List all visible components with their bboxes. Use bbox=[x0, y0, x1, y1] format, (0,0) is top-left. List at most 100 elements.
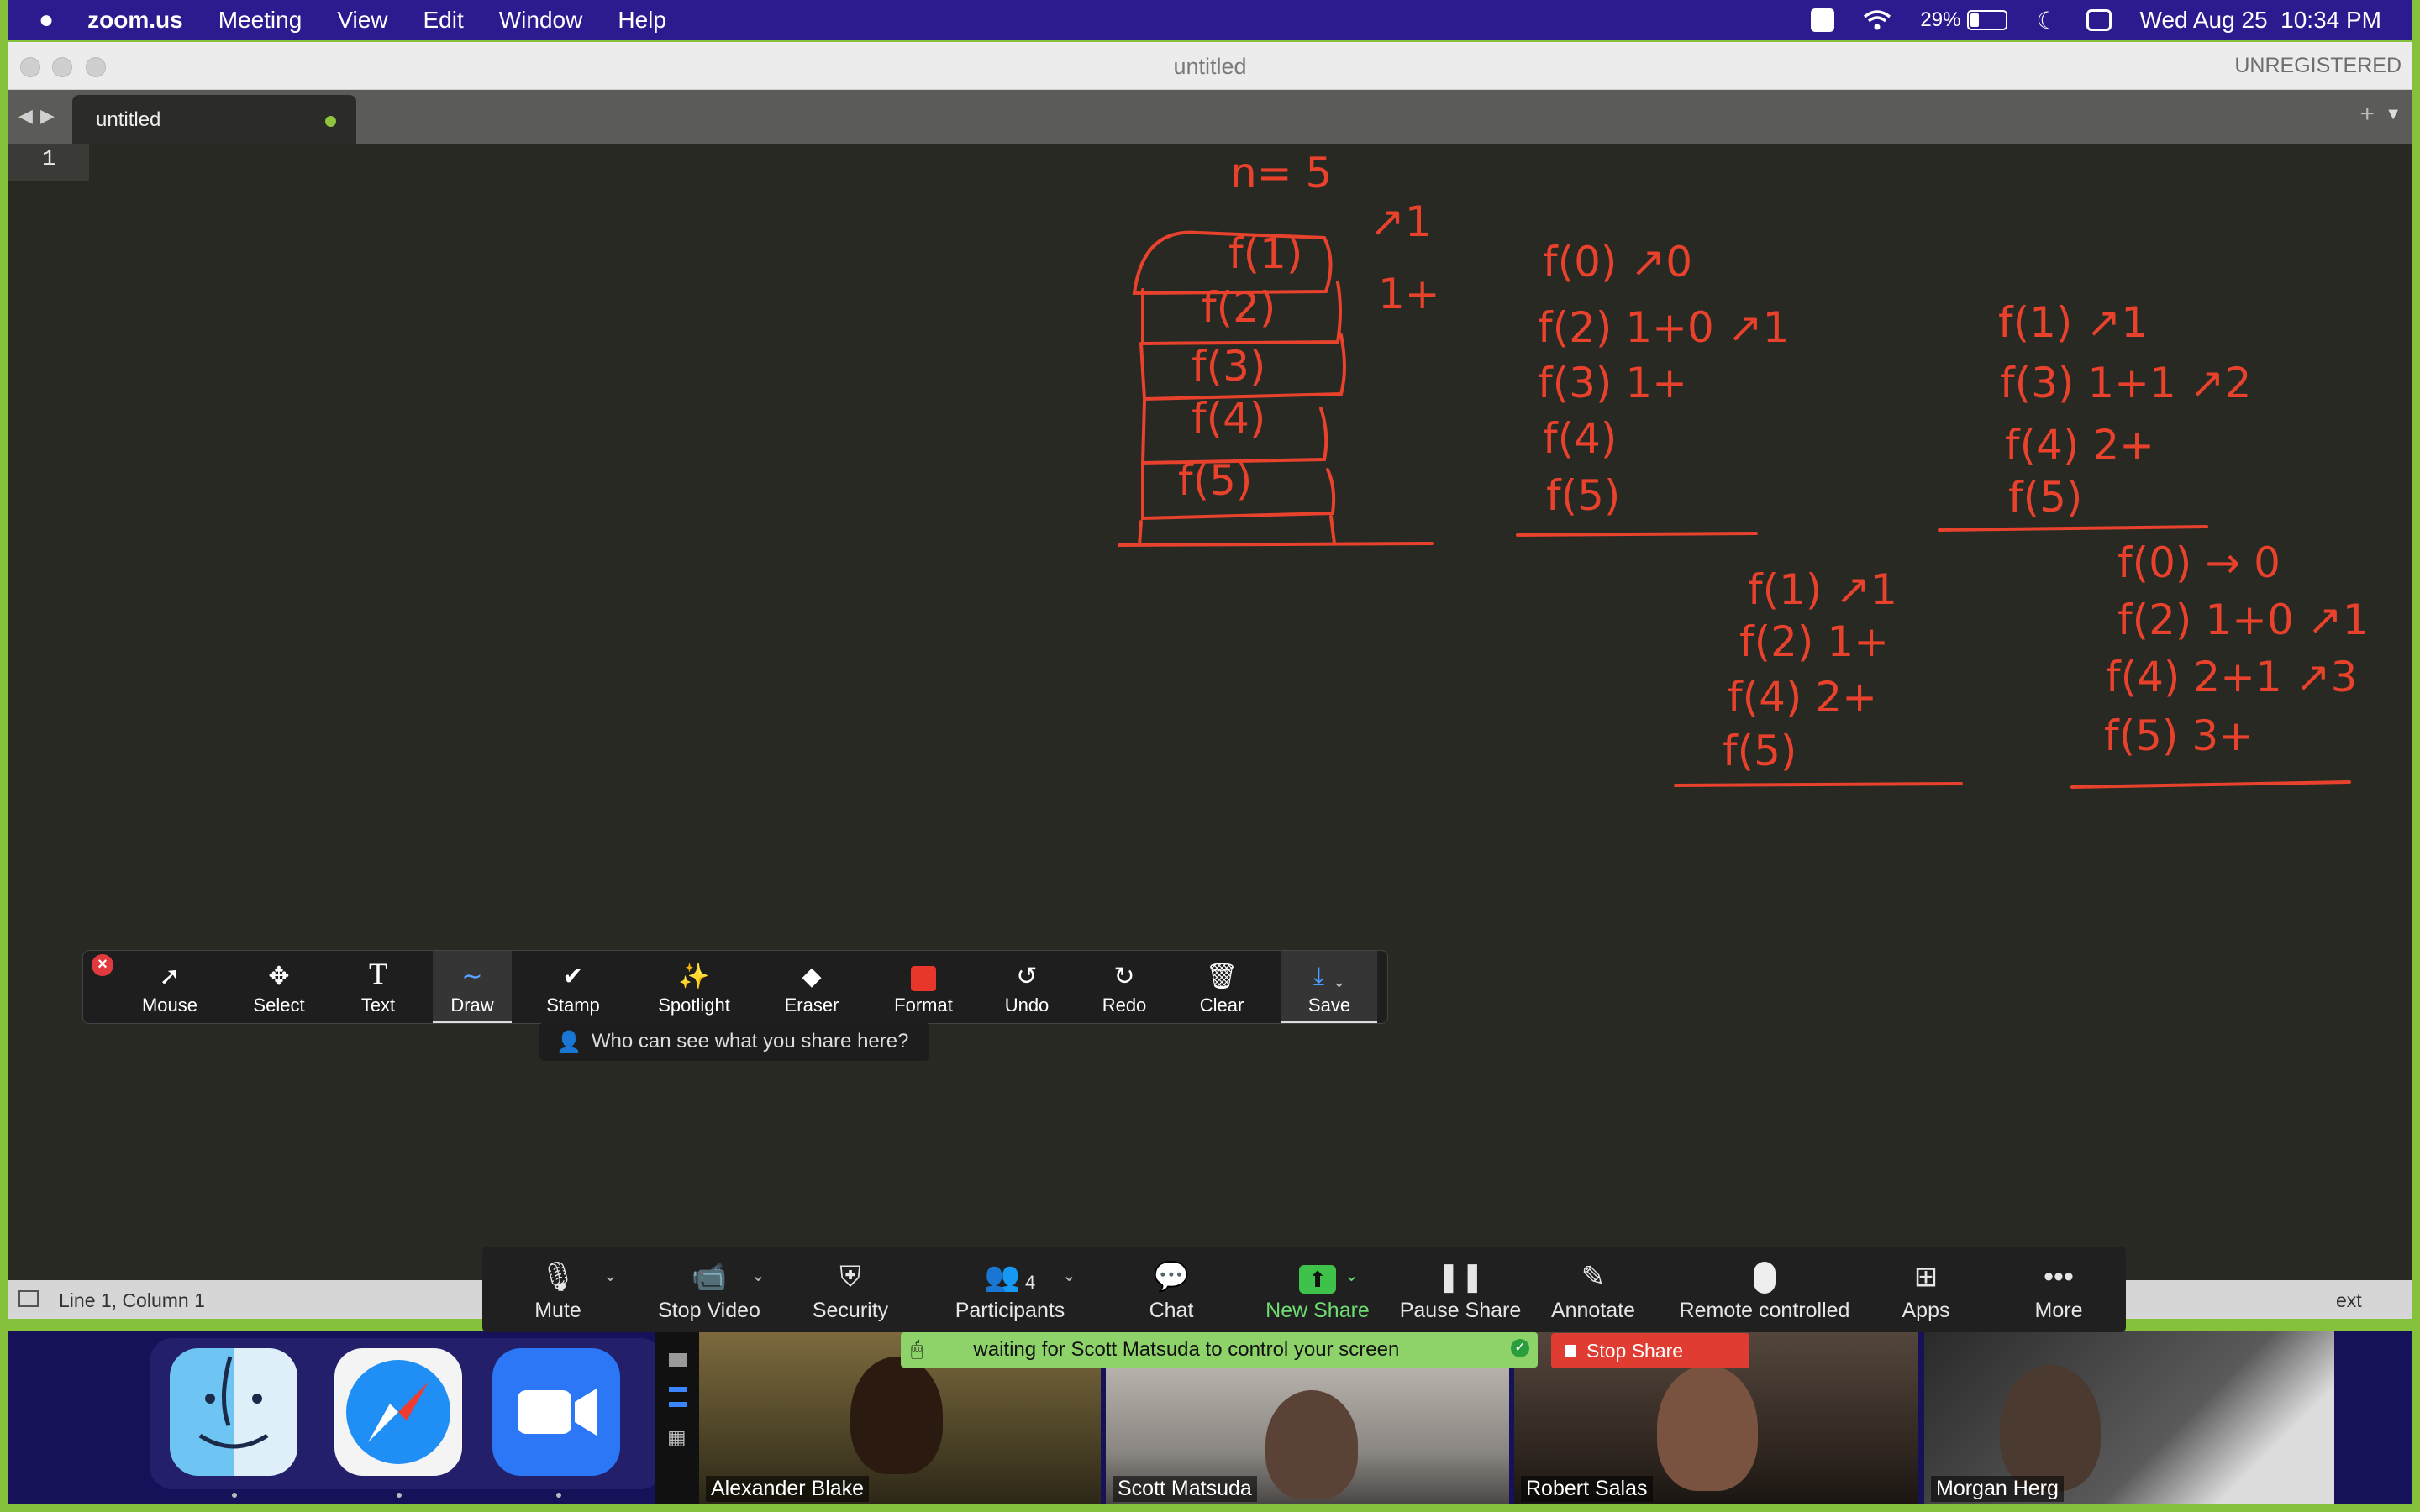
stamp-tool-button[interactable]: ✔ Stamp bbox=[535, 951, 611, 1023]
unregistered-label: UNREGISTERED bbox=[2234, 54, 2402, 77]
participant-tile-4[interactable]: Morgan Herg bbox=[1924, 1331, 2334, 1504]
download-tray-icon: ⤓ ⌄ bbox=[1313, 963, 1346, 991]
stamp-tool-label: Stamp bbox=[546, 995, 600, 1016]
tab-forward-arrow-icon[interactable]: ▶ bbox=[40, 105, 55, 127]
tab-back-arrow-icon[interactable]: ◀ bbox=[18, 105, 33, 127]
save-tool-button[interactable]: ⤓ ⌄ Save bbox=[1281, 951, 1377, 1023]
save-dropdown-chevron-icon[interactable]: ⌄ bbox=[1333, 974, 1345, 991]
participants-button[interactable]: 👥 4 Participants bbox=[936, 1247, 1084, 1332]
trace4-line-3: f(4) 2+1 ↗3 bbox=[2106, 653, 2357, 701]
trace3-line-1: f(1) ↗1 bbox=[1748, 565, 1897, 614]
editor-area[interactable]: 1 n= 5 f(1) f(2) f(3) f(4) f(5) ↗1 1+ f(… bbox=[8, 144, 2412, 1281]
participant-silhouette bbox=[2000, 1365, 2101, 1491]
menu-view[interactable]: View bbox=[337, 7, 387, 34]
cursor-arrow-icon: ➚ bbox=[159, 963, 181, 990]
spotlight-tool-button[interactable]: ✨ Spotlight bbox=[648, 951, 740, 1023]
moon-icon[interactable]: ☾ bbox=[2036, 7, 2057, 34]
spotlight-tool-label: Spotlight bbox=[658, 995, 730, 1016]
redo-tool-button[interactable]: ↻ Redo bbox=[1086, 951, 1162, 1023]
sidebar-toggle-icon[interactable] bbox=[18, 1290, 39, 1307]
stop-video-button[interactable]: 📹 Stop Video bbox=[649, 1247, 770, 1332]
stop-video-label: Stop Video bbox=[658, 1299, 760, 1322]
cursor-position: Line 1, Column 1 bbox=[59, 1289, 205, 1311]
menu-window[interactable]: Window bbox=[499, 7, 583, 34]
red-square-icon bbox=[911, 966, 936, 991]
mute-label: Mute bbox=[534, 1299, 581, 1322]
trace4-line-1: f(0) → 0 bbox=[2118, 538, 2281, 587]
zoom-dock-icon[interactable] bbox=[492, 1348, 620, 1476]
new-tab-plus-icon[interactable]: + bbox=[2360, 100, 2375, 129]
battery-percent[interactable]: 29% bbox=[1920, 8, 1960, 32]
remote-controlled-button[interactable]: Remote controlled bbox=[1665, 1247, 1864, 1332]
wifi-icon[interactable] bbox=[1863, 9, 1891, 31]
stack-frame-2: f(2) bbox=[1202, 283, 1276, 332]
window-titlebar: untitled UNREGISTERED bbox=[8, 42, 2412, 90]
participants-options-chevron-icon[interactable]: ⌄ bbox=[1062, 1265, 1076, 1286]
ellipsis-icon: ••• bbox=[2044, 1261, 2074, 1293]
dock-indicator-3 bbox=[556, 1493, 561, 1498]
unsaved-dot-icon bbox=[325, 116, 336, 127]
trace4-line-4: f(5) 3+ bbox=[2104, 711, 2254, 760]
format-tool-button[interactable]: Format bbox=[883, 951, 964, 1023]
who-can-see-tooltip[interactable]: 👤 Who can see what you share here? bbox=[539, 1022, 929, 1061]
dock-indicator-1 bbox=[232, 1493, 237, 1498]
apple-icon[interactable]: ● bbox=[39, 6, 54, 34]
apps-button[interactable]: ⊞ Apps bbox=[1884, 1247, 1968, 1332]
stop-share-button[interactable]: Stop Share bbox=[1551, 1333, 1749, 1368]
remote-control-banner: 🖱 waiting for Scott Matsuda to control y… bbox=[901, 1332, 1538, 1368]
text-tool-button[interactable]: T Text bbox=[340, 951, 416, 1023]
menu-meeting[interactable]: Meeting bbox=[218, 7, 302, 34]
menu-app-name[interactable]: zoom.us bbox=[87, 7, 183, 34]
clear-tool-button[interactable]: 🗑 Clear bbox=[1184, 951, 1260, 1023]
chat-bubble-icon: 💬 bbox=[1153, 1261, 1190, 1293]
participants-label: Participants bbox=[955, 1299, 1065, 1322]
annotate-button[interactable]: ✎ Annotate bbox=[1539, 1247, 1647, 1332]
eraser-tool-button[interactable]: ◆ Eraser bbox=[772, 951, 851, 1023]
undo-icon: ↺ bbox=[1016, 963, 1038, 990]
menu-datetime[interactable]: Wed Aug 25 10:34 PM bbox=[2140, 7, 2381, 34]
new-share-button[interactable]: ⬆ New Share bbox=[1244, 1247, 1392, 1332]
person-lock-icon: 👤 bbox=[556, 1030, 581, 1053]
video-options-chevron-icon[interactable]: ⌄ bbox=[751, 1265, 765, 1286]
close-annotation-icon[interactable]: × bbox=[92, 954, 113, 976]
pause-share-button[interactable]: ❚❚ Pause Share bbox=[1392, 1247, 1529, 1332]
compass-icon bbox=[346, 1360, 450, 1464]
syntax-label-fragment[interactable]: ext bbox=[2336, 1289, 2362, 1312]
draw-tool-button[interactable]: ∼ Draw bbox=[433, 951, 512, 1023]
mouse-tool-button[interactable]: ➚ Mouse bbox=[132, 951, 208, 1023]
magic-wand-icon: ✨ bbox=[678, 963, 710, 990]
chat-button[interactable]: 💬 Chat bbox=[1129, 1247, 1213, 1332]
stop-share-label: Stop Share bbox=[1586, 1339, 1684, 1362]
security-button[interactable]: ⛨ Security bbox=[802, 1247, 899, 1332]
undo-tool-button[interactable]: ↺ Undo bbox=[989, 951, 1065, 1023]
trace1-line-3: f(3) 1+ bbox=[1538, 359, 1687, 407]
stop-square-icon bbox=[1565, 1345, 1576, 1357]
eraser-icon: ◆ bbox=[802, 963, 822, 990]
menu-edit[interactable]: Edit bbox=[424, 7, 464, 34]
mute-options-chevron-icon[interactable]: ⌄ bbox=[603, 1265, 618, 1286]
finder-dock-icon[interactable] bbox=[170, 1348, 297, 1476]
select-tool-button[interactable]: ✥ Select bbox=[241, 951, 317, 1023]
safari-dock-icon[interactable] bbox=[334, 1348, 462, 1476]
drive-icon[interactable] bbox=[1811, 8, 1835, 32]
battery-icon[interactable] bbox=[1967, 10, 2008, 30]
format-tool-label: Format bbox=[894, 995, 953, 1016]
stack-frame-1: f(1) bbox=[1228, 229, 1302, 278]
tab-untitled[interactable]: untitled bbox=[72, 95, 356, 144]
pencil-icon: ✎ bbox=[1581, 1261, 1606, 1293]
share-options-chevron-icon[interactable]: ⌄ bbox=[1344, 1265, 1359, 1286]
trace1-line-4: f(4) bbox=[1543, 414, 1617, 463]
tab-dropdown-icon[interactable]: ▼ bbox=[2385, 105, 2402, 124]
trace1-line-1: f(0) ↗0 bbox=[1543, 238, 1692, 286]
control-center-icon[interactable] bbox=[2086, 9, 2112, 31]
menu-bar: ● zoom.us Meeting View Edit Window Help … bbox=[8, 0, 2412, 40]
trace2-line-3: f(4) 2+ bbox=[2005, 421, 2154, 470]
mute-button[interactable]: 🎙 Mute bbox=[516, 1247, 600, 1332]
more-button[interactable]: ••• More bbox=[2017, 1247, 2101, 1332]
apps-icon: ⊞ bbox=[1913, 1261, 1939, 1293]
stack-note-2: 1+ bbox=[1378, 270, 1440, 318]
participant-silhouette bbox=[1657, 1365, 1758, 1491]
menu-help[interactable]: Help bbox=[618, 7, 666, 34]
pause-icon: ❚❚ bbox=[1436, 1261, 1485, 1293]
trace3-line-3: f(4) 2+ bbox=[1728, 673, 1877, 722]
